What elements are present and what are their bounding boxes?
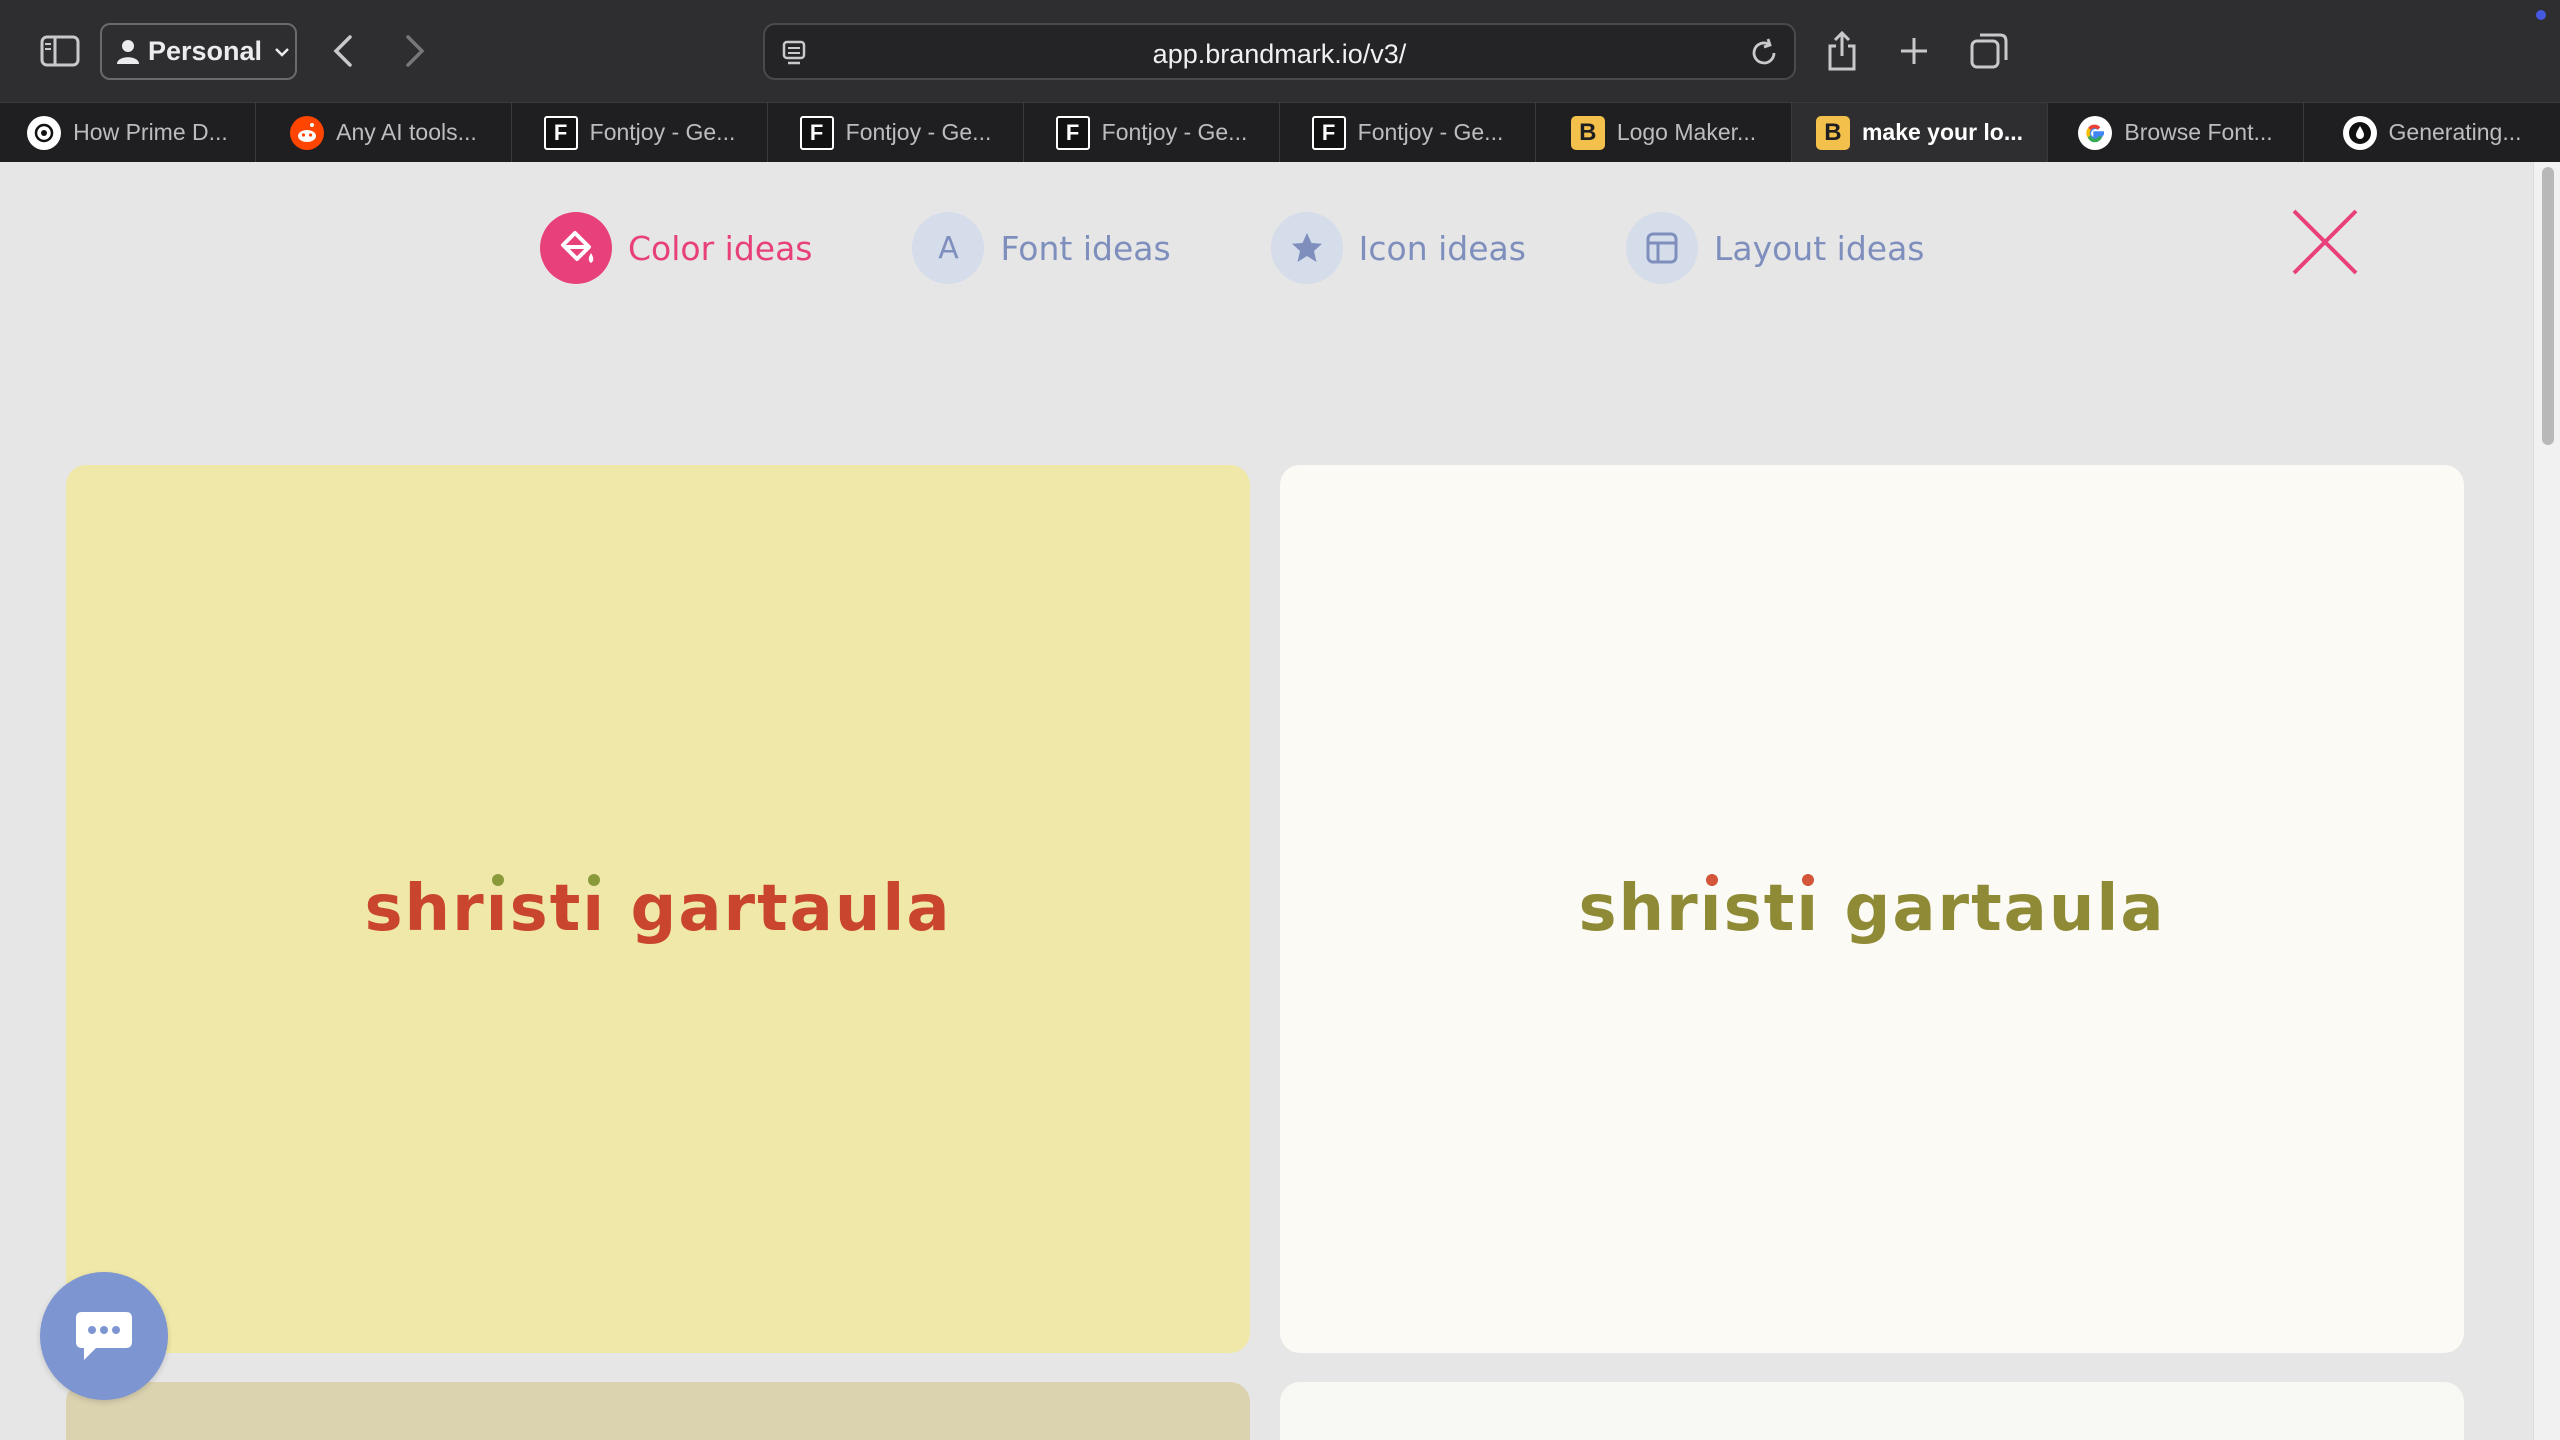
openai-icon [27, 115, 62, 150]
url-text: app.brandmark.io/v3/ [1152, 39, 1407, 69]
tab-title: Fontjoy - Ge... [845, 119, 992, 145]
chevron-down-icon [275, 47, 289, 57]
logo-card[interactable]: shrı stı gartaula [66, 465, 1250, 1353]
icon-ideas-button[interactable]: Icon ideas [1270, 212, 1526, 284]
share-icon[interactable] [1822, 28, 1862, 74]
tab[interactable]: F Fontjoy - Ge... [512, 103, 768, 162]
fontjoy-icon: F [799, 115, 834, 150]
icon-ideas-label: Icon ideas [1358, 228, 1526, 268]
reload-icon[interactable] [1748, 37, 1780, 69]
tab-title: Any AI tools... [336, 119, 477, 145]
page-content: Color ideas A Font ideas Icon ideas Layo… [0, 162, 2533, 1440]
drop-icon [2342, 115, 2377, 150]
tab-title: Logo Maker... [1616, 119, 1757, 145]
color-ideas-button[interactable]: Color ideas [540, 212, 812, 284]
address-bar[interactable]: app.brandmark.io/v3/ [763, 23, 1796, 80]
letter-a-icon: A [912, 212, 985, 284]
tab-title: Fontjoy - Ge... [1101, 119, 1248, 145]
layout-icon [1625, 212, 1698, 284]
tab[interactable]: How Prime D... [0, 103, 256, 162]
paint-bucket-icon [540, 212, 612, 284]
scrollbar[interactable] [2533, 162, 2560, 1440]
layout-ideas-label: Layout ideas [1713, 228, 1925, 268]
tab[interactable]: B Logo Maker... [1536, 103, 1792, 162]
tab[interactable]: Browse Font... [2048, 103, 2304, 162]
google-icon [2078, 115, 2113, 150]
reddit-icon [290, 115, 325, 150]
person-icon [117, 39, 139, 64]
profile-label: Personal [148, 36, 263, 66]
new-tab-icon[interactable] [1893, 30, 1935, 72]
tab[interactable]: F Fontjoy - Ge... [1280, 103, 1536, 162]
tab-title: How Prime D... [73, 119, 228, 145]
browser-toolbar: Personal app.brandmark.io/v3/ [0, 0, 2560, 102]
font-ideas-label: Font ideas [1000, 228, 1171, 268]
logo-text: shrı stı gartaula [364, 872, 952, 946]
fontjoy-icon: F [543, 115, 578, 150]
chat-button[interactable] [40, 1272, 168, 1400]
tab-strip: How Prime D... Any AI tools... F Fontjoy… [0, 102, 2560, 162]
back-icon[interactable] [326, 30, 360, 72]
color-ideas-label: Color ideas [628, 228, 813, 268]
font-ideas-button[interactable]: A Font ideas [912, 212, 1171, 284]
layout-ideas-button[interactable]: Layout ideas [1625, 212, 1925, 284]
fontjoy-icon: F [1311, 115, 1346, 150]
sidebar-toggle-icon[interactable] [36, 30, 84, 72]
tab-overview-icon[interactable] [1968, 30, 2010, 72]
scrollbar-thumb[interactable] [2542, 167, 2554, 445]
logo-card[interactable] [66, 1382, 1250, 1440]
tab[interactable]: Generating... [2304, 103, 2560, 162]
close-icon[interactable] [2290, 207, 2360, 277]
tab-title: Fontjoy - Ge... [589, 119, 736, 145]
tab[interactable]: Any AI tools... [256, 103, 512, 162]
tab[interactable]: F Fontjoy - Ge... [768, 103, 1024, 162]
tab[interactable]: F Fontjoy - Ge... [1024, 103, 1280, 162]
fontjoy-icon: F [1055, 115, 1090, 150]
logo-card[interactable]: shrı stı gartaula [1280, 465, 2464, 1353]
tab-active[interactable]: B make your lo... [1792, 103, 2048, 162]
star-icon [1270, 212, 1343, 284]
tab-title: Browse Font... [2124, 119, 2273, 145]
brandmark-icon: B [1570, 115, 1605, 150]
ideas-nav: Color ideas A Font ideas Icon ideas Layo… [540, 212, 2025, 284]
chat-icon [76, 1312, 132, 1360]
logo-card[interactable] [1280, 1382, 2464, 1440]
tab-title: Fontjoy - Ge... [1357, 119, 1504, 145]
tab-title: Generating... [2388, 119, 2522, 145]
notification-dot [2536, 10, 2546, 20]
profile-button[interactable]: Personal [100, 23, 297, 80]
logo-text: shrı stı gartaula [1578, 872, 2166, 946]
brandmark-icon: B [1815, 115, 1850, 150]
tab-title: make your lo... [1861, 119, 2024, 145]
forward-icon[interactable] [398, 30, 432, 72]
